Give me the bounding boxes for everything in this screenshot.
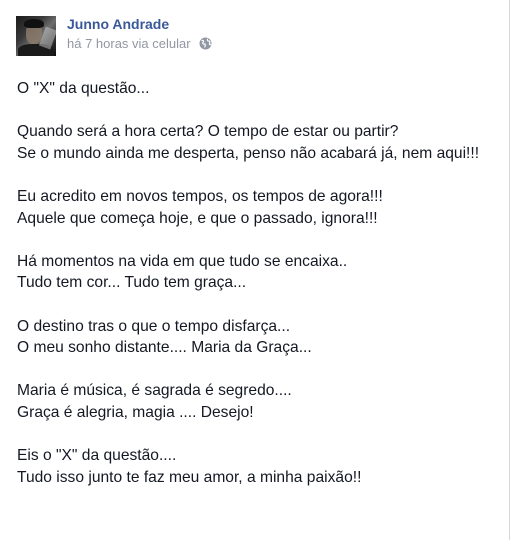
- post-text-line: Eu acredito em novos tempos, os tempos d…: [17, 187, 383, 205]
- post-header: Junno Andrade há 7 horas via celular: [0, 0, 509, 62]
- stanza-gap: [17, 229, 497, 251]
- stanza-gap: [17, 164, 497, 186]
- post-text-line: O "X" da questão...: [17, 80, 150, 97]
- stanza-gap: [17, 424, 497, 446]
- post-text-line: Maria é música, é sagrada é segredo....: [17, 382, 292, 400]
- globe-icon[interactable]: [199, 37, 212, 50]
- post-text-line: O meu sonho distante.... Maria da Graça.…: [17, 339, 312, 357]
- stanza-gap: [17, 100, 497, 122]
- avatar[interactable]: [16, 16, 56, 56]
- stanza-gap: [17, 359, 497, 381]
- post-meta: há 7 horas via celular: [67, 36, 212, 51]
- post-text-line: Tudo tem cor... Tudo tem graça...: [17, 274, 247, 292]
- post-text-line: O destino tras o que o tempo disfarça...: [17, 317, 291, 335]
- post-card: Junno Andrade há 7 horas via celular O "…: [0, 0, 510, 540]
- post-text-line: Aquele que começa hoje, e que o passado,…: [17, 209, 378, 227]
- stanza-gap: [17, 294, 497, 316]
- post-body: O "X" da questão... Quando será a hora ce…: [17, 78, 497, 488]
- post-timestamp[interactable]: há 7 horas via celular: [67, 36, 191, 51]
- post-text-line: Eis o "X" da questão....: [17, 447, 177, 465]
- author-name[interactable]: Junno Andrade: [67, 16, 169, 32]
- post-text-line: Se o mundo ainda me desperta, penso não …: [17, 144, 480, 162]
- post-text-line: Há momentos na vida em que tudo se encai…: [17, 252, 348, 270]
- post-text-line: Quando será a hora certa? O tempo de est…: [17, 123, 399, 141]
- post-text-line: Graça é alegria, magia .... Desejo!: [17, 403, 254, 421]
- post-text-line: Tudo isso junto te faz meu amor, a minha…: [17, 468, 362, 486]
